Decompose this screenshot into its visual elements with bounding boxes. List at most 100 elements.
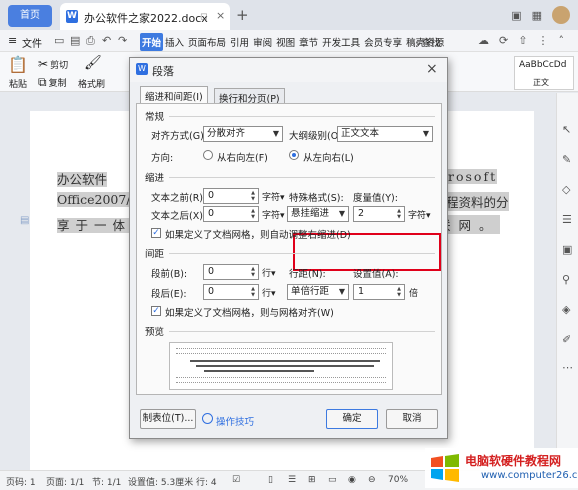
tips-icon[interactable] <box>202 413 213 424</box>
dialog-title-bar[interactable]: W 段落 × <box>130 58 447 82</box>
tabs-button[interactable]: 制表位(T)... <box>140 409 196 429</box>
share-icon[interactable]: ⇧ <box>518 34 527 47</box>
new-tab-icon[interactable]: + <box>236 6 249 24</box>
special-format-select[interactable]: 悬挂缩进 ▼ <box>287 206 349 222</box>
sidebar-pen-icon[interactable]: ✐ <box>562 333 571 346</box>
collapse-icon[interactable]: ˄ <box>558 34 564 47</box>
style-gallery-normal[interactable]: AaBbCcDd 正文 <box>514 56 574 90</box>
spinner-icon[interactable]: ▲ ▼ <box>249 208 257 220</box>
menu-tab-review[interactable]: 审阅 <box>251 33 274 51</box>
zoom-level[interactable]: 70% <box>388 475 408 485</box>
undo-icon[interactable]: ↶ <box>102 34 111 47</box>
status-spellcheck-icon[interactable]: ☑ <box>232 475 240 485</box>
redo-icon[interactable]: ↷ <box>118 34 127 47</box>
before-text-label: 文本之前(R): <box>151 193 207 204</box>
sidebar-more-icon[interactable]: ⋯ <box>562 361 573 374</box>
measure-unit[interactable]: 字符▾ <box>408 208 431 221</box>
document-tab[interactable]: W 办公软件之家2022.docx ◻ × <box>60 3 230 30</box>
cut-button[interactable]: ✂ 剪切 <box>38 57 68 71</box>
format-painter-icon[interactable]: 🖌 <box>84 55 102 71</box>
sidebar-cursor-icon[interactable]: ↖ <box>562 123 571 136</box>
search-box[interactable]: ⌕查找 <box>416 35 440 49</box>
grid-align-label[interactable]: 如果定义了文档网格，则与网格对齐(W) <box>165 305 334 319</box>
tab-close-icon[interactable]: × <box>216 9 225 22</box>
set-value-input[interactable]: 1 ▲ ▼ <box>353 284 405 300</box>
sidebar-list-icon[interactable]: ☰ <box>562 213 572 226</box>
after-text-input[interactable]: 0 ▲ ▼ <box>203 206 259 222</box>
before-text-input[interactable]: 0 ▲ ▼ <box>203 188 259 204</box>
open-folder-icon[interactable]: ▭ <box>54 34 64 47</box>
menu-tab-member[interactable]: 会员专享 <box>362 33 404 51</box>
sidebar-edit-icon[interactable]: ✎ <box>562 153 571 166</box>
menu-tab-insert[interactable]: 插入 <box>163 33 186 51</box>
sidebar-tag-icon[interactable]: ◈ <box>562 303 570 316</box>
avatar[interactable] <box>552 6 570 24</box>
menu-tab-developer[interactable]: 开发工具 <box>320 33 362 51</box>
dialog-close-icon[interactable]: × <box>426 61 438 77</box>
view-read-icon[interactable]: ▭ <box>328 475 337 485</box>
print-icon[interactable]: ⎙ <box>86 34 95 48</box>
sidebar-link-icon[interactable]: ⚲ <box>562 273 570 286</box>
view-eye-icon[interactable]: ◉ <box>348 475 356 485</box>
menu-tab-page-layout[interactable]: 页面布局 <box>186 33 228 51</box>
after-text-unit[interactable]: 字符▾ <box>262 208 285 221</box>
grid-indent-label[interactable]: 如果定义了文档网格，则自动调整右缩进(D) <box>165 227 351 241</box>
preview-pane <box>169 342 393 390</box>
view-outline-icon[interactable]: ☰ <box>288 475 296 485</box>
outline-select[interactable]: 正文文本 ▼ <box>337 126 433 142</box>
grid-align-checkbox[interactable]: ✓ <box>151 306 161 316</box>
paste-icon[interactable]: 📋 <box>8 55 28 74</box>
more-icon[interactable]: ⋮ <box>537 34 548 47</box>
save-icon[interactable]: ▤ <box>70 34 80 47</box>
sync-icon[interactable]: ⟳ <box>499 34 508 47</box>
spinner-icon[interactable]: ▲ ▼ <box>249 286 257 298</box>
format-painter-button[interactable]: 格式刷 <box>78 77 105 90</box>
menu-icon[interactable]: ≡ <box>8 34 17 47</box>
radio-rtl[interactable] <box>203 150 213 160</box>
paragraph-handle-icon[interactable]: ▤ <box>20 215 29 226</box>
spinner-icon[interactable]: ▲ ▼ <box>249 266 257 278</box>
menu-tab-start[interactable]: 开始 <box>140 33 164 51</box>
before-input[interactable]: 0 ▲ ▼ <box>203 264 259 280</box>
view-web-icon[interactable]: ⊞ <box>308 475 316 485</box>
menu-file[interactable]: 文件 <box>22 35 42 50</box>
style-sample: AaBbCcDd <box>519 60 567 70</box>
home-tab[interactable]: 首页 <box>8 5 52 27</box>
after-value: 0 <box>208 286 215 297</box>
spinner-icon[interactable]: ▲ ▼ <box>249 190 257 202</box>
cloud-icon[interactable]: ☁ <box>478 34 489 47</box>
preview-line <box>204 370 314 372</box>
tab-indent-spacing[interactable]: 缩进和间距(I) <box>140 86 208 104</box>
layout-icon[interactable]: ▣ <box>511 9 521 22</box>
tips-link[interactable]: 操作技巧 <box>216 414 254 428</box>
view-page-icon[interactable]: ▯ <box>268 475 273 485</box>
menu-tab-view[interactable]: 视图 <box>274 33 297 51</box>
ok-button[interactable]: 确定 <box>326 409 378 429</box>
paste-button[interactable]: 粘贴 <box>9 77 27 90</box>
before-unit[interactable]: 行▾ <box>262 266 276 279</box>
tab-restore-icon[interactable]: ◻ <box>200 12 207 22</box>
tab-line-page-breaks[interactable]: 换行和分页(P) <box>214 88 285 105</box>
sidebar-image-icon[interactable]: ▣ <box>562 243 572 256</box>
radio-ltr[interactable] <box>289 150 299 160</box>
spinner-icon[interactable]: ▲ ▼ <box>395 208 403 220</box>
rtl-label[interactable]: 从右向左(F) <box>217 150 268 164</box>
cancel-button[interactable]: 取消 <box>386 409 438 429</box>
measure-input[interactable]: 2 ▲ ▼ <box>353 206 405 222</box>
status-row: 行: 4 <box>196 478 217 488</box>
zoom-out-icon[interactable]: ⊖ <box>368 475 376 485</box>
after-unit[interactable]: 行▾ <box>262 286 276 299</box>
copy-button[interactable]: ⧉ 复制 <box>38 75 67 90</box>
grid-indent-checkbox[interactable]: ✓ <box>151 228 161 238</box>
line-spacing-select[interactable]: 单倍行距 ▼ <box>287 284 349 300</box>
spinner-icon[interactable]: ▲ ▼ <box>395 286 403 298</box>
menu-tab-references[interactable]: 引用 <box>228 33 251 51</box>
before-text-unit[interactable]: 字符▾ <box>262 190 285 203</box>
ltr-label[interactable]: 从左向右(L) <box>303 150 354 164</box>
after-input[interactable]: 0 ▲ ▼ <box>203 284 259 300</box>
sidebar-shape-icon[interactable]: ◇ <box>562 183 570 196</box>
grid-icon[interactable]: ▦ <box>532 9 542 22</box>
align-select[interactable]: 分散对齐 ▼ <box>203 126 283 142</box>
status-section: 节: 1/1 <box>92 478 122 488</box>
menu-tab-sections[interactable]: 章节 <box>297 33 320 51</box>
